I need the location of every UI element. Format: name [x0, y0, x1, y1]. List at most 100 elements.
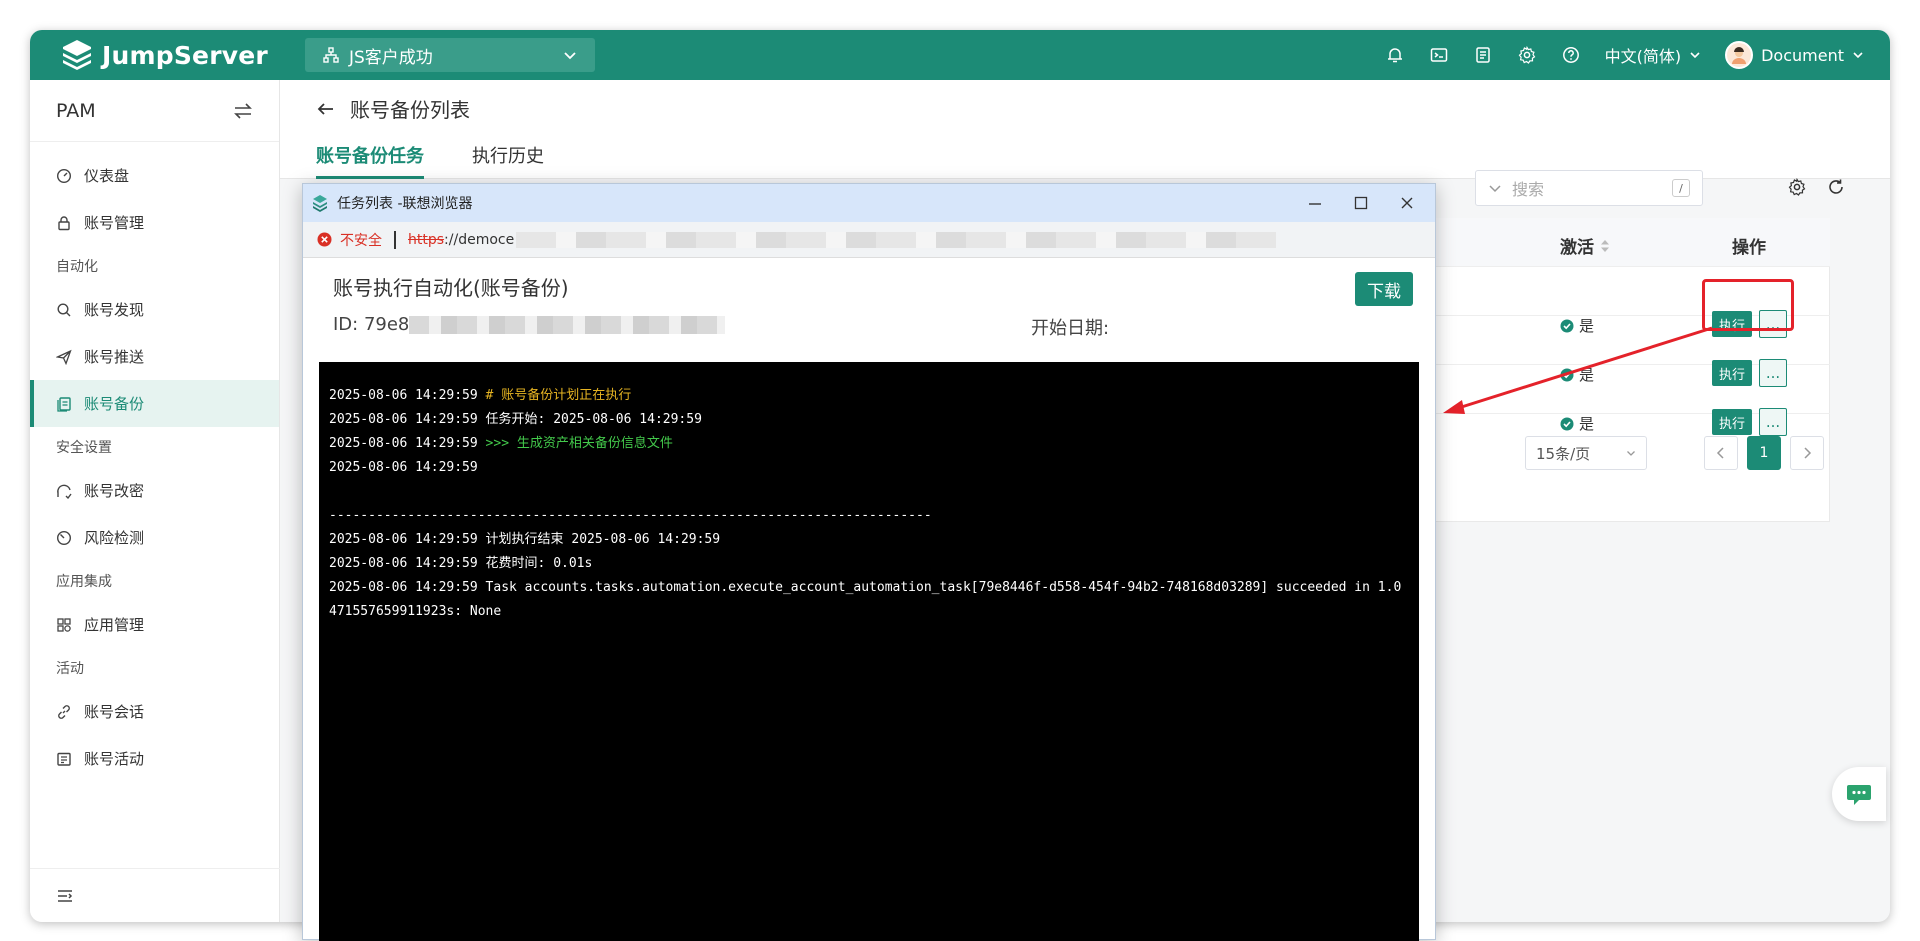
lock-icon [58, 215, 70, 230]
sidebar-item-risk-detection[interactable]: 风险检测 [30, 514, 279, 561]
sidebar: PAM 仪表盘 账号管理 自动化 账号发现 账号推送 账号备份 安全设置 账号改 [30, 80, 280, 922]
check-circle-icon [1560, 368, 1574, 381]
chevron-left-icon [1716, 447, 1724, 459]
refresh-icon[interactable] [1825, 176, 1847, 198]
log-line: 2025-08-06 14:29:59 花费时间: 0.01s [329, 552, 1409, 576]
window-titlebar: 任务列表 -联想浏览器 [303, 184, 1435, 222]
log-timestamp: 2025-08-06 14:29:59 [329, 556, 478, 571]
jumpserver-logo-icon [63, 40, 91, 70]
sidebar-item-label: 账号会话 [84, 703, 145, 721]
search-icon [57, 302, 71, 316]
url-host: ://democe [444, 231, 515, 248]
maximize-icon[interactable] [1353, 195, 1369, 211]
sidebar-item-label: 账号管理 [84, 214, 145, 232]
sidebar-item-account-push[interactable]: 账号推送 [30, 333, 279, 380]
user-menu[interactable]: Document [1725, 41, 1864, 69]
prev-page-button[interactable] [1704, 436, 1738, 470]
more-actions-button[interactable]: ... [1759, 408, 1787, 436]
download-button[interactable]: 下载 [1355, 272, 1413, 306]
address-bar[interactable]: 不安全 https://democe [303, 222, 1435, 258]
tab-backup-tasks[interactable]: 账号备份任务 [316, 142, 424, 179]
avatar [1725, 41, 1754, 69]
log-line: 2025-08-06 14:29:59 计划执行结束 2025-08-06 14… [329, 528, 1409, 552]
window-controls [1307, 195, 1427, 211]
search-input[interactable]: 搜索 / [1475, 170, 1703, 206]
language-selector[interactable]: 中文(简体) [1605, 43, 1702, 67]
sidebar-group-title: 自动化 [56, 259, 98, 275]
status-active: 是 [1560, 315, 1594, 336]
switch-view-icon[interactable] [233, 101, 253, 121]
log-line: 2025-08-06 14:29:59 任务开始: 2025-08-06 14:… [329, 408, 1409, 432]
search-shortcut: / [1672, 179, 1690, 197]
sidebar-group-title: 应用集成 [56, 574, 112, 590]
apps-icon [57, 617, 71, 632]
sidebar-item-password-change[interactable]: 账号改密 [30, 467, 279, 514]
sidebar-item-account-backup[interactable]: 账号备份 [30, 380, 279, 427]
sidebar-item-label: 应用管理 [84, 616, 145, 634]
tab-execution-history[interactable]: 执行历史 [472, 142, 544, 179]
execute-button[interactable]: 执行 [1712, 360, 1752, 386]
sidebar-item-account-session[interactable]: 账号会话 [30, 688, 279, 735]
sidebar-item-account-management[interactable]: 账号管理 [30, 199, 279, 246]
help-icon[interactable] [1561, 45, 1581, 65]
sidebar-item-app-management[interactable]: 应用管理 [30, 601, 279, 648]
chat-icon [1847, 785, 1871, 805]
status-active: 是 [1560, 364, 1594, 385]
minimize-icon[interactable] [1307, 195, 1323, 211]
window-title: 任务列表 -联想浏览器 [337, 196, 473, 212]
log-line: ----------------------------------------… [329, 504, 1409, 528]
job-id-text: ID: 79e8 [333, 314, 410, 335]
logo[interactable]: JumpServer [60, 30, 268, 80]
sidebar-header: PAM [30, 80, 279, 142]
sidebar-item-account-discovery[interactable]: 账号发现 [30, 286, 279, 333]
browser-logo-icon [313, 195, 327, 212]
user-name: Document [1761, 45, 1844, 65]
dashboard-icon [56, 168, 72, 183]
status-active: 是 [1560, 413, 1594, 434]
close-icon[interactable] [1399, 195, 1415, 211]
bell-icon[interactable] [1385, 45, 1405, 65]
annotation-highlight-box [1702, 279, 1794, 331]
page-number-button[interactable]: 1 [1747, 436, 1781, 470]
notepad-icon[interactable] [1473, 45, 1493, 65]
sidebar-group-title: 安全设置 [56, 440, 112, 456]
column-header-active[interactable]: 激活 [1560, 233, 1610, 258]
redacted-id [409, 315, 726, 334]
settings-icon[interactable] [1786, 176, 1808, 198]
status-text: 是 [1579, 415, 1595, 433]
sort-icon [1601, 239, 1609, 252]
page-size-select[interactable]: 15条/页 [1525, 436, 1647, 470]
log-timestamp: 2025-08-06 14:29:59 [329, 436, 478, 451]
log-line: 2025-08-06 14:29:59 # 账号备份计划正在执行 [329, 384, 1409, 408]
terminal-icon[interactable] [1429, 45, 1449, 65]
chat-assistant-button[interactable] [1832, 767, 1886, 821]
sidebar-item-label: 账号备份 [84, 395, 145, 413]
redacted-url [516, 231, 1277, 248]
language-label: 中文(简体) [1604, 47, 1682, 66]
org-selector[interactable]: JS客户成功 [305, 38, 595, 72]
execute-button[interactable]: 执行 [1712, 409, 1752, 435]
sidebar-item-dashboard[interactable]: 仪表盘 [30, 152, 279, 199]
sidebar-item-account-activity[interactable]: 账号活动 [30, 735, 279, 782]
log-timestamp: 2025-08-06 14:29:59 [329, 388, 478, 403]
log-terminal[interactable]: 2025-08-06 14:29:59 # 账号备份计划正在执行 2025-08-… [319, 362, 1419, 941]
more-actions-button[interactable]: ... [1759, 359, 1787, 387]
log-timestamp: 2025-08-06 14:29:59 [329, 460, 478, 475]
column-header-ops: 操作 [1732, 238, 1766, 258]
search-placeholder: 搜索 [1512, 180, 1545, 199]
activity-icon [57, 752, 71, 766]
page-header: 账号备份列表 账号备份任务 执行历史 [280, 80, 1890, 179]
collapse-menu-icon[interactable] [56, 887, 74, 905]
log-line: 2025-08-06 14:29:59 [329, 456, 1409, 480]
back-arrow-icon[interactable] [316, 99, 336, 119]
job-title: 账号执行自动化(账号备份) [333, 276, 569, 300]
log-line: 2025-08-06 14:29:59 Task accounts.tasks.… [329, 576, 1409, 624]
next-page-button[interactable] [1790, 436, 1824, 470]
logo-text: JumpServer [102, 40, 268, 70]
status-text: 是 [1579, 317, 1595, 335]
column-header-label: 激活 [1560, 238, 1594, 258]
tab-bar: 账号备份任务 执行历史 [316, 142, 544, 179]
gear-icon[interactable] [1517, 45, 1537, 65]
sidebar-footer [30, 868, 280, 922]
insecure-warning-icon [317, 232, 332, 247]
